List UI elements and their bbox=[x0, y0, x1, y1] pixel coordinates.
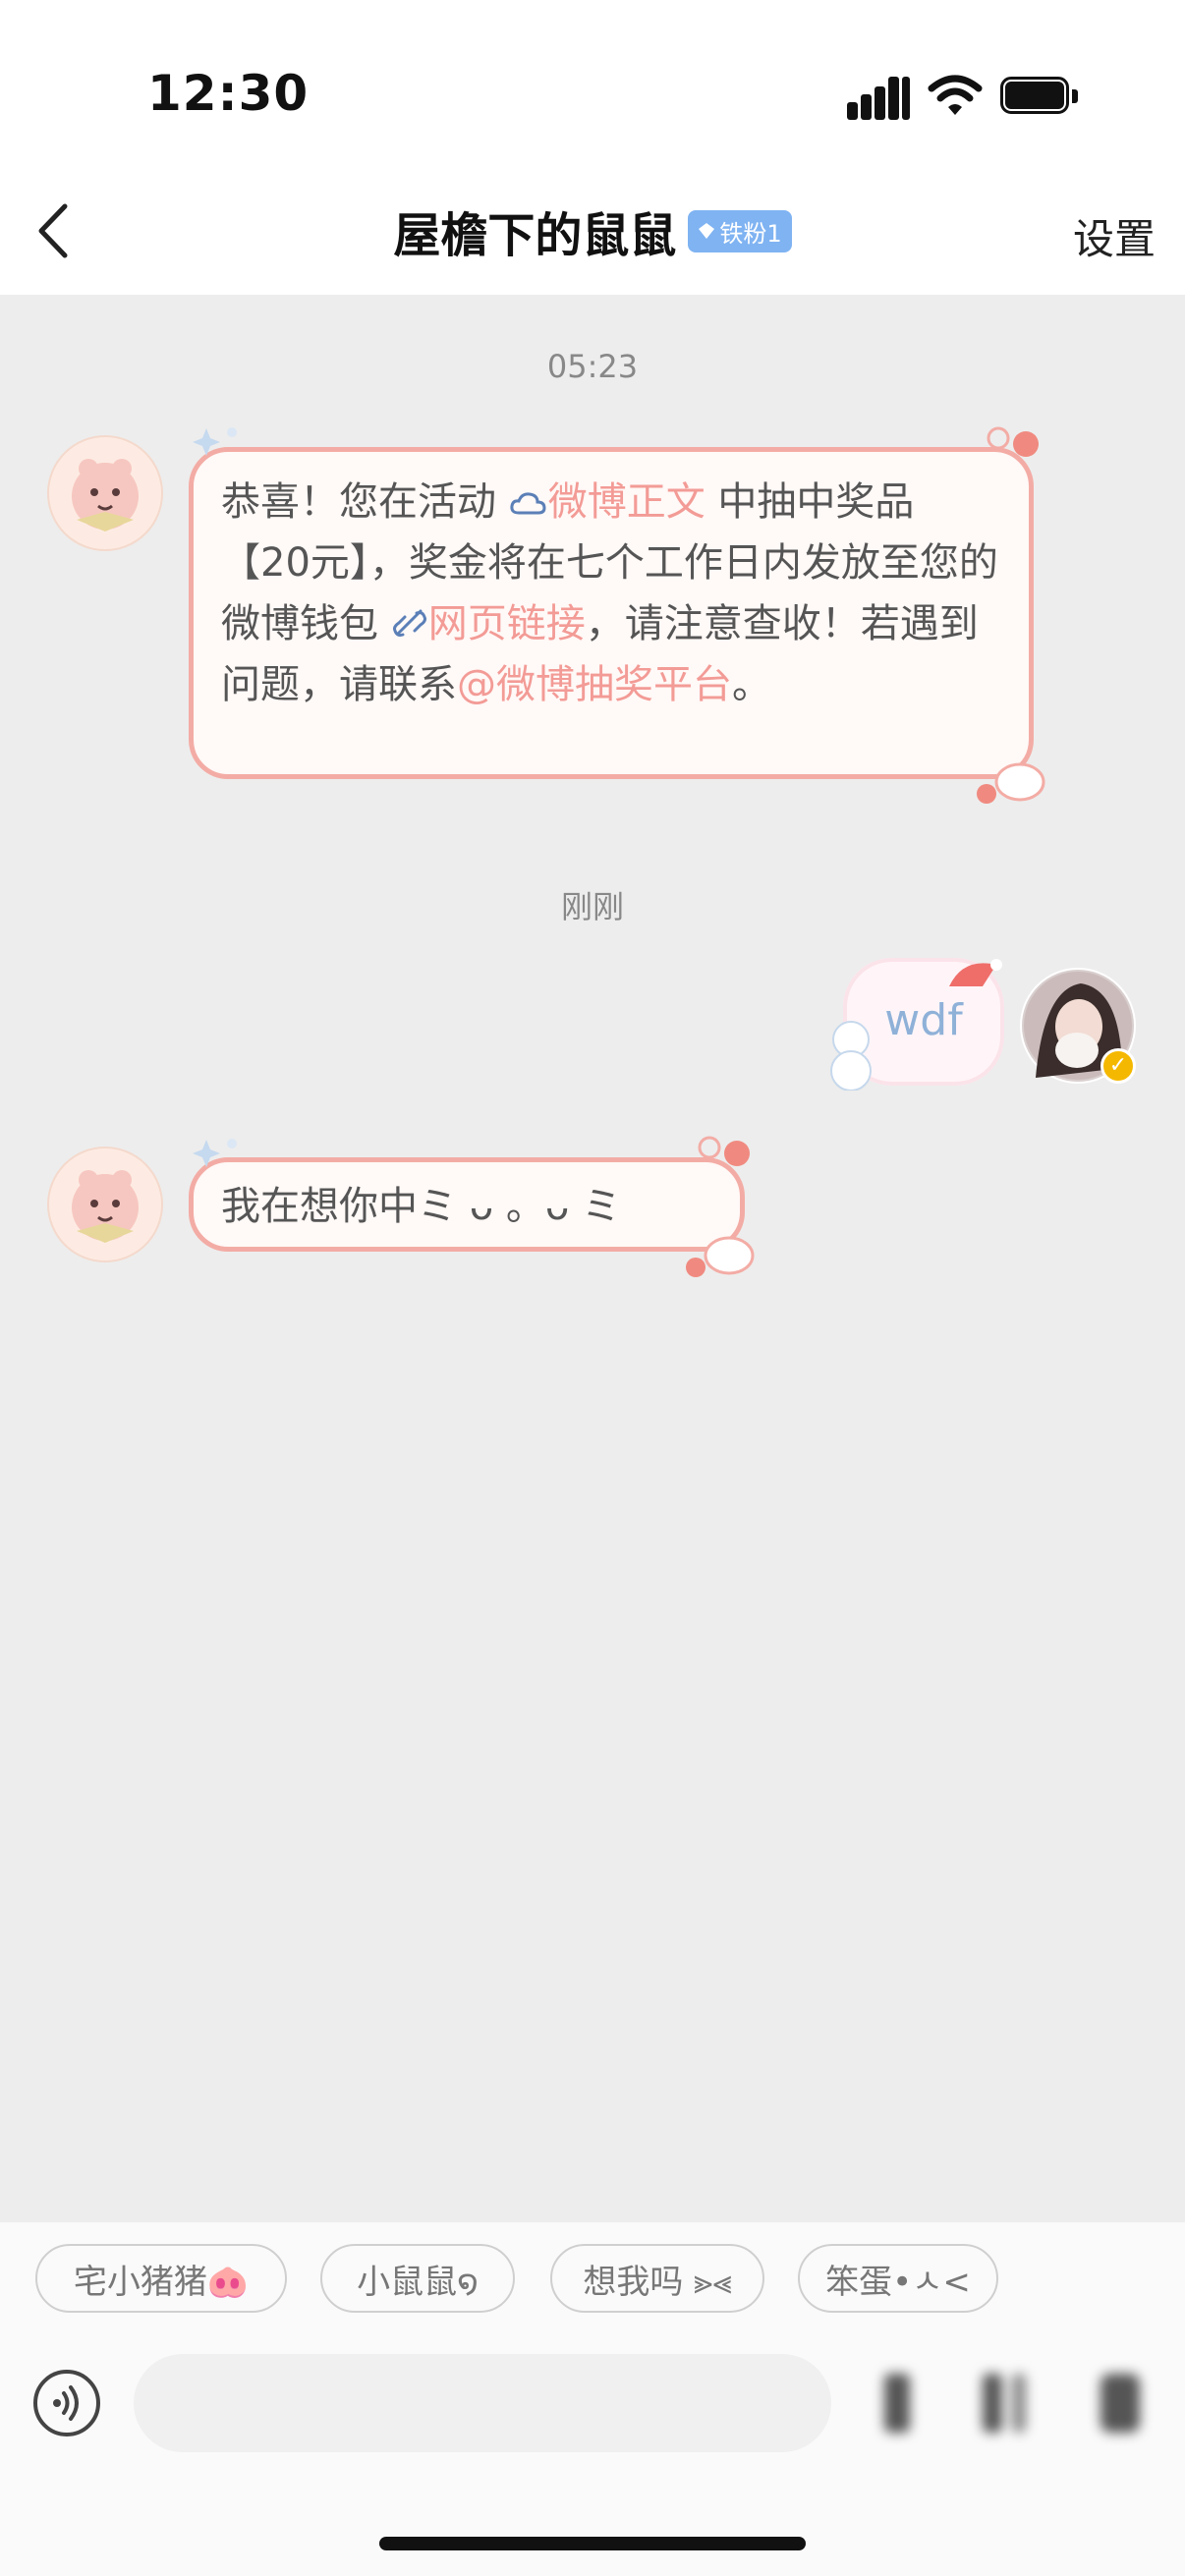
message-input[interactable] bbox=[134, 2354, 831, 2452]
chat-title[interactable]: 屋檐下的鼠鼠 bbox=[393, 196, 676, 265]
snowman-decoration-icon bbox=[830, 1021, 872, 1091]
timestamp: 刚刚 bbox=[560, 888, 624, 925]
fan-badge: 铁粉1 bbox=[688, 209, 792, 252]
lottery-platform-link[interactable]: @微博抽奖平台 bbox=[457, 662, 732, 707]
home-indicator[interactable] bbox=[379, 2537, 806, 2550]
voice-input-button[interactable] bbox=[33, 2370, 100, 2436]
verified-badge-icon: ✓ bbox=[1100, 1048, 1136, 1084]
sound-wave-icon bbox=[53, 2385, 79, 2421]
message-text: 。 bbox=[732, 662, 771, 707]
chat-header: 屋檐下的鼠鼠 铁粉1 bbox=[0, 196, 1185, 265]
sparkle-decoration-icon bbox=[193, 1139, 237, 1167]
input-toolbar-icons[interactable] bbox=[865, 2354, 1159, 2452]
message-bubble-received: 我在想你中ミ ᴗ 。ᴗ ミ bbox=[189, 1157, 745, 1252]
weibo-post-link[interactable]: 微博正文 bbox=[548, 479, 705, 525]
fan-badge-label: 铁粉1 bbox=[719, 219, 782, 248]
bunny-decoration-icon bbox=[977, 762, 1045, 804]
message-text: 恭喜！您在活动 bbox=[221, 479, 509, 525]
web-page-link[interactable]: 网页链接 bbox=[428, 601, 586, 646]
avatar-self[interactable]: ✓ bbox=[1020, 968, 1136, 1084]
hamster-avatar-icon bbox=[72, 1170, 139, 1243]
chain-link-icon bbox=[392, 609, 426, 637]
battery-icon bbox=[1000, 77, 1079, 116]
settings-button[interactable]: 设置 bbox=[1073, 206, 1156, 266]
quick-reply-chip[interactable]: 想我吗 ⪢⪡ bbox=[550, 2244, 764, 2313]
quick-reply-chip[interactable]: 宅小猪猪🐽 bbox=[35, 2244, 287, 2313]
weibo-cloud-icon bbox=[510, 492, 546, 515]
tomato-decoration-icon bbox=[987, 426, 1039, 457]
hamster-avatar-icon bbox=[72, 459, 139, 532]
status-time: 12:30 bbox=[147, 65, 310, 122]
tomato-decoration-icon bbox=[698, 1136, 750, 1166]
timestamp: 05:23 bbox=[546, 348, 639, 385]
quick-reply-chip[interactable]: 小鼠鼠໑ bbox=[320, 2244, 515, 2313]
santa-hat-decoration-icon bbox=[949, 959, 1002, 986]
cellular-signal-icon bbox=[847, 77, 912, 120]
avatar-other[interactable] bbox=[47, 1147, 163, 1262]
wifi-icon bbox=[928, 75, 983, 115]
message-text: 我在想你中ミ ᴗ 。ᴗ ミ bbox=[221, 1184, 622, 1229]
message-bubble-received: 恭喜！您在活动 微博正文 中抽中奖品【20元】，奖金将在七个工作日内发放至您的微… bbox=[189, 447, 1034, 779]
top-bar: 12:30 屋檐下的鼠鼠 铁粉1 设置 bbox=[0, 0, 1185, 295]
avatar-other[interactable] bbox=[47, 435, 163, 551]
sparkle-decoration-icon bbox=[193, 427, 237, 456]
diamond-icon bbox=[699, 223, 715, 239]
bunny-decoration-icon bbox=[686, 1236, 755, 1277]
quick-reply-chip[interactable]: 笨蛋•ㅅ< bbox=[798, 2244, 998, 2313]
